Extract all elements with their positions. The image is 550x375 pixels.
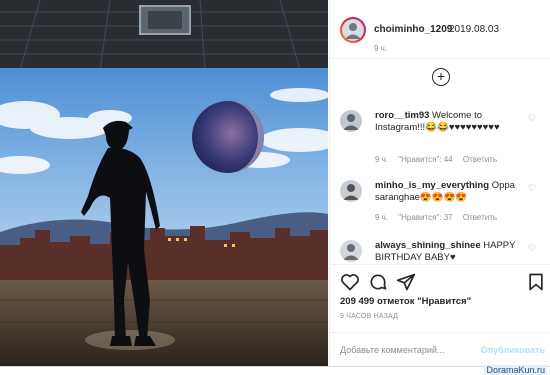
person-icon [343,114,359,130]
watermark: DoramaKun.ru [484,365,547,375]
commenter-avatar[interactable] [340,110,362,132]
post-actions: 209 499 отметок "Нравится" 9 ЧАСОВ НАЗАД [330,264,550,325]
post-side-panel: choiminho_1209 2019.08.03 9 ч. + roro__t… [329,0,550,366]
post-date: 2019.08.03 [449,24,500,35]
commenter-avatar[interactable] [340,180,362,202]
heart-outline-icon[interactable]: ♡ [528,112,536,124]
author-avatar[interactable] [342,19,364,41]
publish-button[interactable]: Опубликовать [481,345,545,355]
comment-username[interactable]: always_shining_shinee [375,240,481,251]
commenter-avatar[interactable] [340,240,362,262]
comment-time: 9 ч. [375,155,389,164]
comment-text-block: minho_is_my_everything Oppa saranghae😍😍😍… [375,180,517,204]
comment-item: minho_is_my_everything Oppa saranghae😍😍😍… [340,180,540,226]
person-icon [345,23,361,39]
author-avatar-ring[interactable] [340,17,366,43]
post-header: choiminho_1209 2019.08.03 9 ч. [330,0,550,59]
post-time-ago: 9 ч. [374,44,388,53]
heart-outline-icon[interactable]: ♡ [528,242,536,254]
comments-list: + roro__tim93 Welcome to Instagram!!!😂😂♥… [330,58,550,264]
comment-meta: 9 ч. "Нравится": 37 Ответить [375,212,505,224]
comment-bubble-icon[interactable] [368,272,388,292]
posted-ago: 9 ЧАСОВ НАЗАД [340,313,399,320]
plus-circle-icon[interactable]: + [432,68,450,86]
author-username[interactable]: choiminho_1209 [374,24,452,35]
reply-button[interactable]: Ответить [463,213,497,222]
comment-username[interactable]: minho_is_my_everything [375,180,489,191]
heart-outline-icon[interactable]: ♡ [528,182,536,194]
comment-text-block: roro__tim93 Welcome to Instagram!!!😂😂♥♥♥… [375,110,517,134]
comment-username[interactable]: roro__tim93 [375,110,429,121]
person-icon [343,184,359,200]
post-photo[interactable] [0,0,328,366]
comment-input[interactable]: Добавьте комментарий... [340,345,444,355]
reply-button[interactable]: Ответить [463,155,497,164]
instagram-post: choiminho_1209 2019.08.03 9 ч. + roro__t… [0,0,550,367]
comment-text-block: always_shining_shinee HAPPY BIRTHDAY BAB… [375,240,517,264]
comment-likes[interactable]: "Нравится": 37 [398,213,452,222]
paper-plane-icon[interactable] [396,272,416,292]
bookmark-icon[interactable] [526,272,546,292]
heart-icon[interactable] [340,272,360,292]
comment-likes[interactable]: "Нравится": 44 [398,155,452,164]
comment-meta: 9 ч. "Нравится": 44 Ответить [375,154,505,166]
likes-count[interactable]: 209 499 отметок "Нравится" [340,296,471,307]
comment-item: roro__tim93 Welcome to Instagram!!!😂😂♥♥♥… [340,110,540,164]
person-icon [343,244,359,260]
comment-item: always_shining_shinee HAPPY BIRTHDAY BAB… [340,240,540,264]
comment-time: 9 ч. [375,213,389,222]
photo-illustration [0,0,328,366]
add-comment-bar: Добавьте комментарий... Опубликовать [330,332,550,367]
